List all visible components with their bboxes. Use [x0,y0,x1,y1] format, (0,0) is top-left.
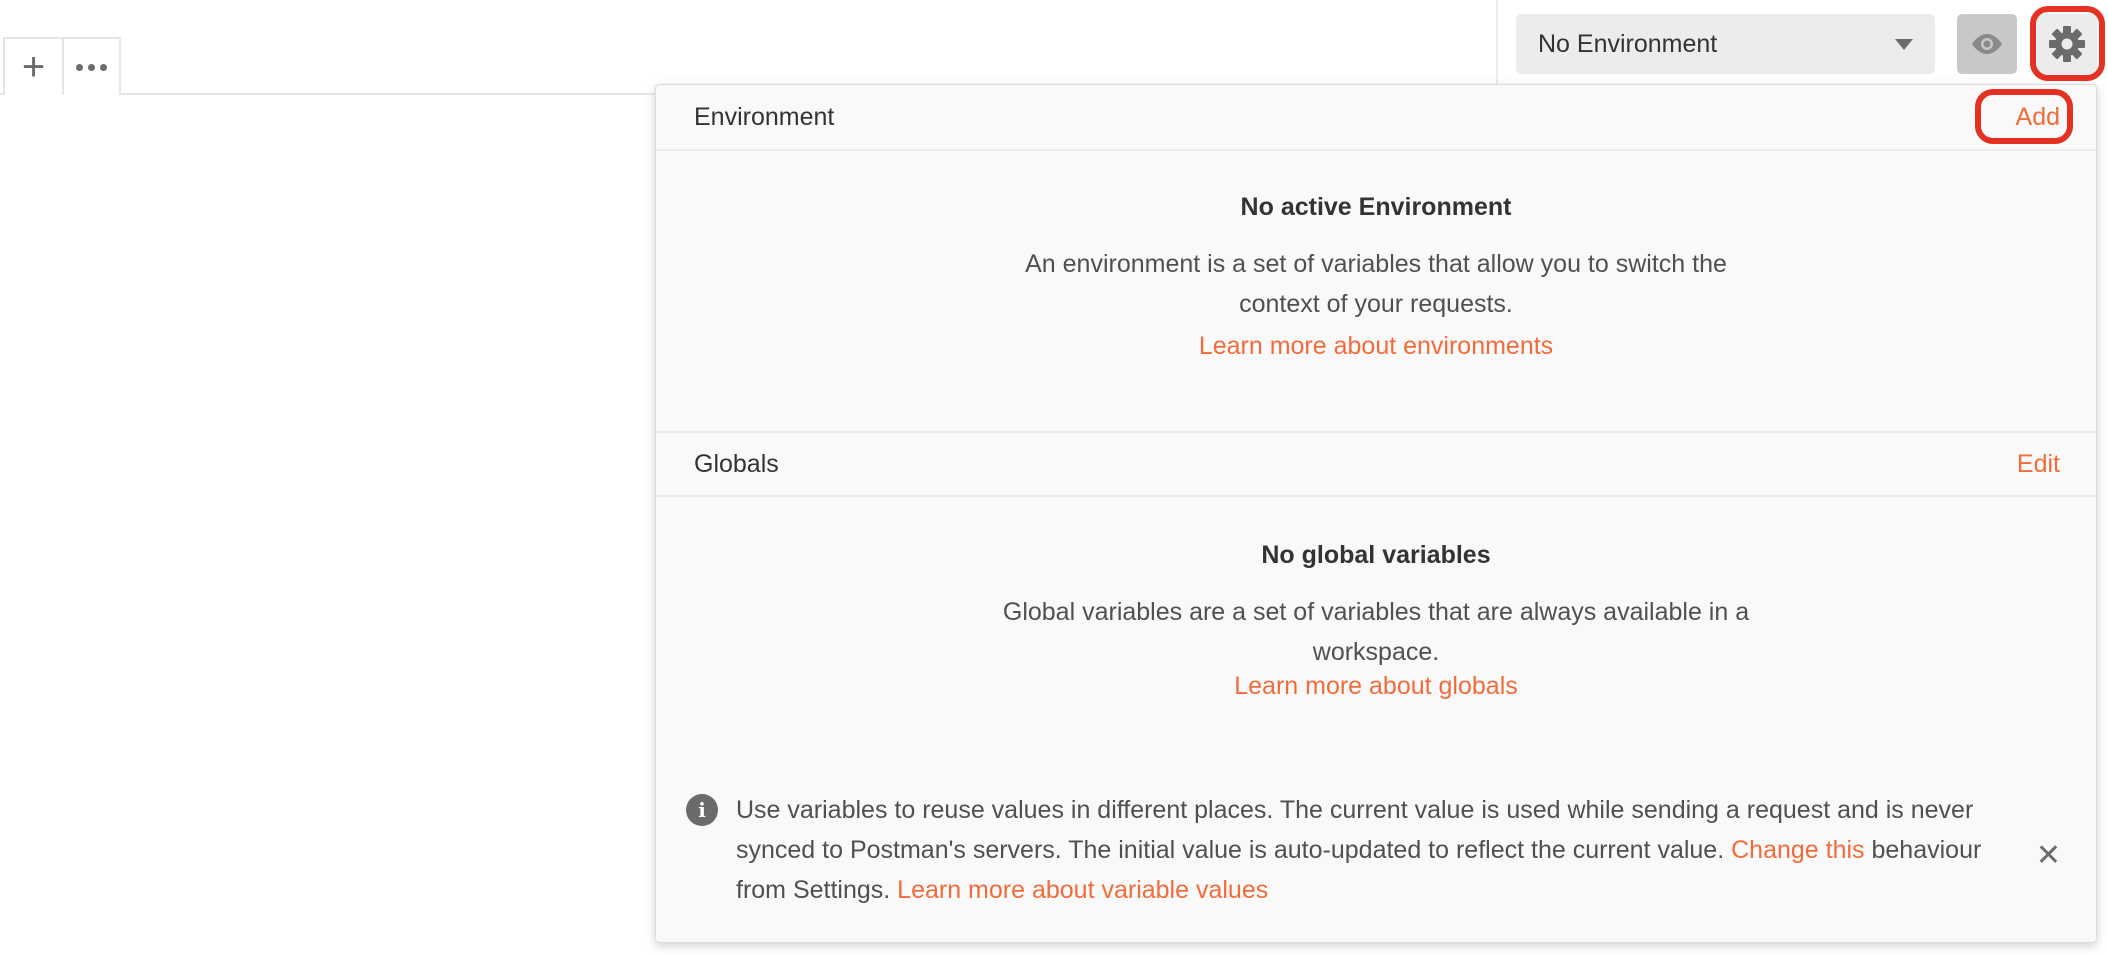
learn-more-variable-values-link[interactable]: Learn more about variable values [897,876,1268,904]
variables-info-text: Use variables to reuse values in differe… [736,790,2006,910]
globals-heading: Globals [694,449,779,478]
more-tabs-button[interactable] [61,39,119,95]
globals-empty-line1: Global variables are a set of variables … [1002,598,1750,626]
info-icon: i [686,794,718,826]
variables-info-banner: i Use variables to reuse values in diffe… [686,790,2066,910]
globals-empty-state: No global variables Global variables are… [656,541,2096,701]
environment-section-header: Environment Add [656,85,2096,151]
change-this-link[interactable]: Change this [1731,836,1864,864]
environment-empty-line2: context of your requests. [1239,290,1513,318]
environment-quick-look-button[interactable] [1957,14,2017,74]
add-highlight-annotation [1975,89,2073,144]
eye-icon [1972,34,2002,54]
environment-dropdown[interactable]: No Environment [1516,14,1935,74]
environment-popover: Environment Add No active Environment An… [655,84,2097,943]
environment-dropdown-value: No Environment [1538,29,1718,58]
close-icon[interactable]: ✕ [2036,838,2061,873]
environment-empty-line1: An environment is a set of variables tha… [1025,250,1727,278]
environment-empty-title: No active Environment [1240,193,1512,221]
tab-strip: + [0,0,1496,95]
tab-actions: + [3,37,121,95]
ellipsis-icon [75,63,107,71]
app-window: + No Environment Environment Add No acti… [0,0,2108,954]
learn-more-globals-link[interactable]: Learn more about globals [1234,672,1518,701]
environment-empty-state: No active Environment An environment is … [656,193,2096,361]
chevron-down-icon [1895,39,1913,50]
globals-section-header: Globals Edit [656,431,2096,497]
edit-globals-link[interactable]: Edit [2017,450,2060,479]
globals-empty-line2: workspace. [1312,638,1440,666]
new-tab-button[interactable]: + [5,39,62,95]
environment-heading: Environment [694,102,835,131]
plus-icon: + [21,45,46,89]
learn-more-environments-link[interactable]: Learn more about environments [1199,332,1553,361]
globals-empty-title: No global variables [1261,541,1491,569]
gear-highlight-annotation [2030,6,2105,81]
